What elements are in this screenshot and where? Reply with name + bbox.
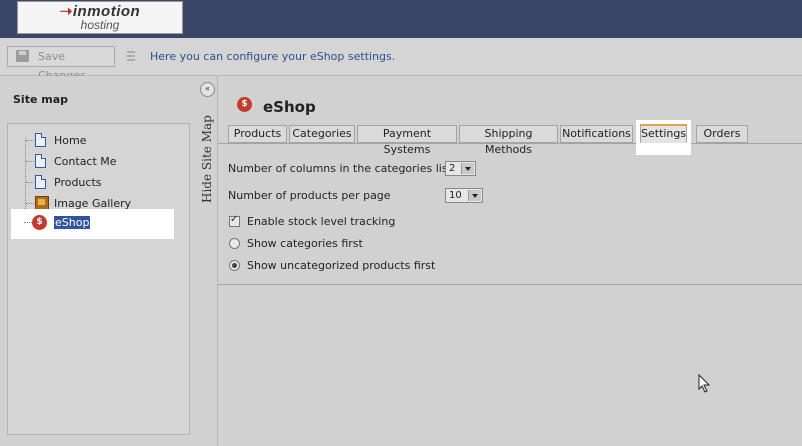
sidebar-item-contact-me[interactable]: Contact Me — [26, 152, 176, 172]
tab-content-bottom-border — [218, 284, 802, 285]
settings-tab-highlight: Settings — [636, 120, 691, 155]
save-changes-button[interactable]: Save Changes — [7, 46, 115, 82]
page-title: eShop — [263, 98, 316, 116]
tab-settings[interactable]: Settings — [640, 124, 687, 143]
eshop-highlight: eShop — [11, 209, 174, 239]
logo-swoosh-icon: ➝ — [59, 3, 73, 20]
columns-select[interactable]: 2 — [445, 161, 476, 176]
mouse-cursor-icon — [698, 374, 711, 393]
show-categories-first-label: Show categories first — [247, 237, 363, 250]
page-icon — [35, 154, 46, 168]
stock-tracking-checkbox[interactable] — [229, 214, 240, 227]
sidebar-item-label: Contact Me — [54, 155, 117, 168]
site-map-sidebar: Site map Home Contact Me Products Image … — [0, 76, 198, 446]
site-map-tree: Home Contact Me Products Image Gallery — [7, 123, 190, 435]
sidebar-item-eshop[interactable]: eShop — [24, 213, 175, 233]
eshop-icon — [237, 97, 252, 112]
columns-select-value: 2 — [449, 163, 456, 174]
columns-label: Number of columns in the categories list — [228, 162, 452, 175]
hide-site-map-strip[interactable]: « Hide Site Map — [197, 76, 218, 446]
products-per-page-value: 10 — [449, 190, 462, 201]
sidebar-item-label: Products — [54, 176, 102, 189]
tab-products[interactable]: Products — [228, 125, 287, 143]
tab-categories[interactable]: Categories — [289, 125, 355, 143]
chevron-down-icon — [461, 163, 474, 174]
tab-notifications[interactable]: Notifications — [560, 125, 633, 143]
products-per-page-label: Number of products per page — [228, 189, 391, 202]
hide-site-map-label[interactable]: Hide Site Map — [200, 115, 214, 203]
logo-subtext: hosting — [80, 18, 120, 32]
sidebar-item-products[interactable]: Products — [26, 173, 176, 193]
tab-content-top-border — [218, 143, 802, 144]
main-panel: eShop Products Categories Payment System… — [218, 76, 802, 446]
page-icon — [35, 133, 46, 147]
top-bar: ➝inmotion hosting — [0, 0, 802, 38]
toolbar-info-text: Here you can configure your eShop settin… — [150, 50, 396, 63]
tab-shipping-methods[interactable]: Shipping Methods — [459, 125, 558, 156]
chevron-down-icon — [468, 190, 481, 201]
gallery-icon — [35, 196, 49, 210]
sidebar-item-home[interactable]: Home — [26, 131, 176, 151]
inmotion-logo: ➝inmotion hosting — [17, 1, 183, 34]
site-map-title: Site map — [13, 93, 68, 106]
show-categories-first-radio[interactable] — [229, 238, 240, 249]
show-uncategorized-first-radio[interactable] — [229, 260, 240, 271]
toolbar-divider — [127, 49, 135, 63]
sidebar-item-label: eShop — [54, 216, 91, 229]
tab-orders[interactable]: Orders — [696, 125, 748, 143]
page-icon — [35, 175, 46, 189]
floppy-disk-icon — [16, 50, 29, 62]
collapse-chevron-icon[interactable]: « — [200, 82, 215, 97]
tab-payment-systems[interactable]: Payment Systems — [357, 125, 457, 156]
products-per-page-select[interactable]: 10 — [445, 188, 483, 203]
toolbar: Save Changes Here you can configure your… — [0, 38, 802, 82]
sidebar-item-label: Home — [54, 134, 87, 147]
eshop-icon — [32, 215, 47, 230]
show-uncategorized-first-label: Show uncategorized products first — [247, 259, 436, 272]
stock-tracking-label: Enable stock level tracking — [247, 215, 396, 228]
